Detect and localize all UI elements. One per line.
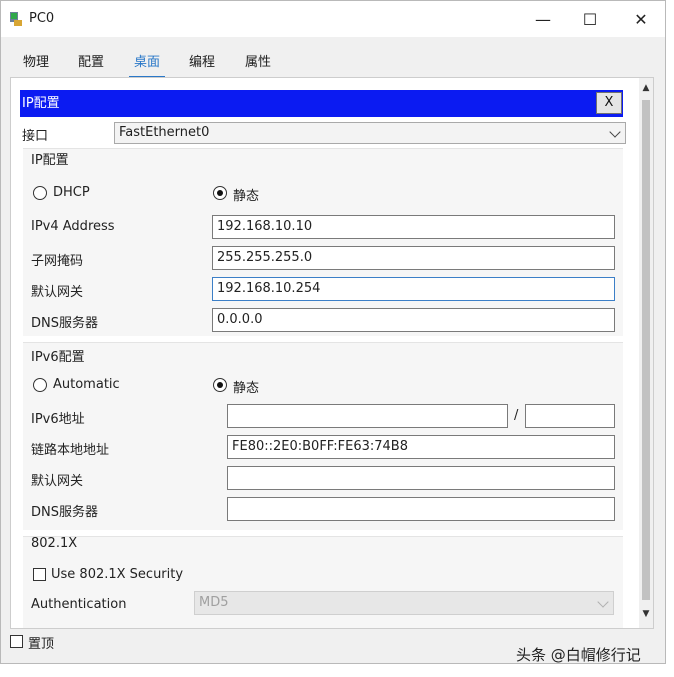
pc0-window: PC0 — ☐ ✕ 物理 配置 桌面 编程 属性 IP配置 X 接口 FastE… <box>0 0 666 664</box>
close-icon: ✕ <box>634 9 648 29</box>
always-on-top-checkbox[interactable] <box>10 635 23 648</box>
use-dot1x-checkbox[interactable] <box>33 568 46 581</box>
tab-desktop[interactable]: 桌面 <box>123 49 171 78</box>
window-title: PC0 <box>29 11 55 26</box>
chevron-down-icon <box>609 126 621 138</box>
static-radio[interactable] <box>213 186 227 200</box>
subnet-mask-label: 子网掩码 <box>31 254 84 269</box>
ipv6-dns-label: DNS服务器 <box>31 505 98 520</box>
ipv4-group-title: IP配置 <box>31 153 69 168</box>
app-icon <box>10 12 22 26</box>
maximize-icon: ☐ <box>582 9 598 29</box>
authentication-select: MD5 <box>194 591 614 615</box>
close-button[interactable]: ✕ <box>618 1 664 37</box>
ipv6-static-radio[interactable] <box>213 378 227 392</box>
static-label: 静态 <box>233 189 260 204</box>
minimize-icon: — <box>535 9 551 29</box>
ipv4-address-label: IPv4 Address <box>31 219 115 234</box>
dns-server-input[interactable]: 0.0.0.0 <box>212 308 615 332</box>
ipv6-gateway-input[interactable] <box>227 466 615 490</box>
ipv6-group-title: IPv6配置 <box>31 350 85 365</box>
dhcp-radio[interactable] <box>33 186 47 200</box>
tab-programming[interactable]: 编程 <box>178 49 226 77</box>
desktop-pane: IP配置 X 接口 FastEthernet0 IP配置 DHCP 静态 IPv… <box>10 77 654 629</box>
prefix-slash: / <box>514 408 519 423</box>
ipv6-address-label: IPv6地址 <box>31 412 85 427</box>
use-dot1x-label: Use 802.1X Security <box>51 567 184 582</box>
tab-config[interactable]: 配置 <box>67 49 115 77</box>
authentication-value: MD5 <box>199 595 229 610</box>
interface-select[interactable]: FastEthernet0 <box>114 122 626 144</box>
ip-config-close-button[interactable]: X <box>596 92 622 114</box>
link-local-input[interactable]: FE80::2E0:B0FF:FE63:74B8 <box>227 435 615 459</box>
ipv6-automatic-radio[interactable] <box>33 378 47 392</box>
dns-server-label: DNS服务器 <box>31 316 98 331</box>
ipv4-address-input[interactable]: 192.168.10.10 <box>212 215 615 239</box>
default-gateway-label: 默认网关 <box>31 285 84 300</box>
ipv6-dns-input[interactable] <box>227 497 615 521</box>
ipv6-static-label: 静态 <box>233 381 260 396</box>
default-gateway-input[interactable]: 192.168.10.254 <box>212 277 615 301</box>
scrollbar-thumb[interactable] <box>642 100 650 600</box>
link-local-label: 链路本地地址 <box>31 443 110 458</box>
dot1x-group-title: 802.1X <box>31 536 78 551</box>
ip-config-title: IP配置 <box>22 96 60 111</box>
tab-attributes[interactable]: 属性 <box>234 49 282 77</box>
interface-value: FastEthernet0 <box>119 125 210 140</box>
always-on-top-label: 置顶 <box>28 637 55 652</box>
ipv6-automatic-label: Automatic <box>53 377 120 392</box>
ip-config-header: IP配置 X <box>20 90 623 117</box>
subnet-mask-input[interactable]: 255.255.255.0 <box>212 246 615 270</box>
maximize-button[interactable]: ☐ <box>567 1 613 37</box>
scroll-down-icon[interactable]: ▼ <box>640 608 652 620</box>
watermark: 头条 @白帽修行记 <box>516 646 641 664</box>
tab-bar: 物理 配置 桌面 编程 属性 <box>10 49 654 78</box>
ipv6-gateway-label: 默认网关 <box>31 474 84 489</box>
ipv6-prefix-input[interactable] <box>525 404 615 428</box>
dot1x-group <box>23 536 623 628</box>
title-bar[interactable]: PC0 — ☐ ✕ <box>1 1 665 37</box>
chevron-down-icon <box>597 596 609 608</box>
dhcp-label: DHCP <box>53 185 90 200</box>
scroll-up-icon[interactable]: ▲ <box>640 82 652 94</box>
ipv6-address-input[interactable] <box>227 404 508 428</box>
minimize-button[interactable]: — <box>520 1 566 37</box>
interface-label: 接口 <box>22 129 49 144</box>
authentication-label: Authentication <box>31 597 127 612</box>
tab-physical[interactable]: 物理 <box>12 49 60 77</box>
